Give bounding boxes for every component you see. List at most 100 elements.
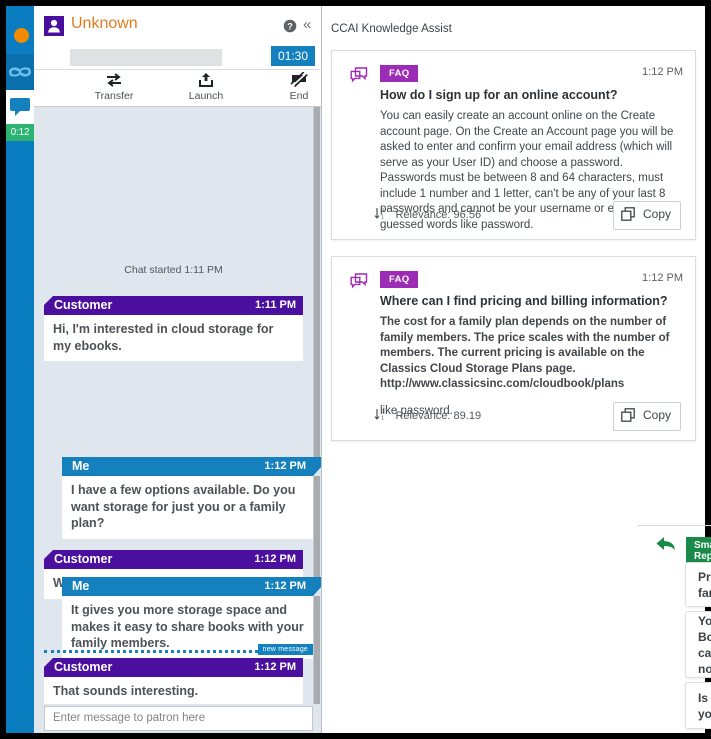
reply-arrow-icon-svg bbox=[656, 537, 675, 550]
launch-button[interactable]: Launch bbox=[161, 70, 251, 107]
transfer-label: Transfer bbox=[94, 90, 134, 102]
bubble-tail bbox=[44, 550, 53, 569]
message-header: Customer 1:11 PM bbox=[44, 296, 303, 315]
relevance-row: 9 1 Relevance: 89.19 bbox=[374, 406, 481, 426]
message-time: 1:12 PM bbox=[254, 553, 296, 565]
status-dot bbox=[14, 28, 29, 43]
svg-text:1: 1 bbox=[381, 416, 384, 421]
sort-descending-icon-svg: 9 1 bbox=[374, 208, 384, 221]
message-time: 1:12 PM bbox=[264, 460, 306, 472]
chat-bubble-icon[interactable] bbox=[6, 90, 34, 124]
faq-chat-icon-svg bbox=[350, 273, 368, 289]
chat-message-agent: Me 1:12 PM I have a few options availabl… bbox=[62, 457, 321, 539]
new-message-badge: new message bbox=[257, 644, 313, 655]
chevron-double-left-icon[interactable]: « bbox=[303, 17, 311, 32]
copy-button[interactable]: Copy bbox=[612, 201, 681, 230]
message-header: Customer 1:12 PM bbox=[44, 550, 303, 569]
sort-descending-icon: 9 1 bbox=[374, 408, 387, 426]
panel-title: CCAI Knowledge Assist bbox=[331, 23, 452, 35]
bubble-tail bbox=[313, 577, 321, 596]
screenshot-root: 0:12 Unknown ? « 01:30 Transfer Launch E… bbox=[0, 0, 711, 739]
faq-badge: FAQ bbox=[380, 271, 419, 288]
copy-button[interactable]: Copy bbox=[612, 402, 681, 431]
bubble-tail bbox=[313, 457, 321, 476]
smart-reply-suggestion[interactable]: Pricing depends on how many family membe… bbox=[685, 562, 711, 607]
faq-question: Where can I find pricing and billing inf… bbox=[380, 294, 668, 308]
svg-text:9: 9 bbox=[381, 409, 384, 415]
faq-badge: FAQ bbox=[380, 65, 419, 82]
rail-timer-badge: 0:12 bbox=[6, 124, 34, 141]
launch-upload-icon bbox=[161, 70, 251, 90]
faq-answer: The cost for a family plan depends on th… bbox=[380, 316, 670, 375]
message-sender: Customer bbox=[54, 298, 113, 312]
copy-icon-svg bbox=[620, 408, 635, 422]
smart-reply-divider bbox=[638, 525, 711, 526]
chat-scrollbar-track[interactable] bbox=[313, 107, 321, 704]
copy-label: Copy bbox=[642, 207, 671, 221]
smart-reply-suggestion[interactable]: You can sign up on the Cloud Book page o… bbox=[685, 611, 711, 678]
session-timer-badge: 01:30 bbox=[270, 46, 315, 66]
faq-card: FAQ 1:12 PM How do I sign up for an onli… bbox=[331, 50, 696, 240]
suggestion-text: You can sign up on the Cloud Book page o… bbox=[698, 613, 711, 676]
knowledge-assist-panel: CCAI Knowledge Assist FAQ 1:12 PM How do… bbox=[322, 6, 711, 733]
suggestion-text: Is there anything else I can do for you … bbox=[698, 690, 711, 721]
chat-toolbar: Transfer Launch End bbox=[34, 69, 321, 107]
message-text: I have a few options available. Do you w… bbox=[62, 476, 313, 539]
sort-descending-icon: 9 1 bbox=[374, 207, 387, 225]
chat-message-customer: Customer 1:11 PM Hi, I'm interested in c… bbox=[44, 296, 303, 361]
chat-started-label: Chat started 1:11 PM bbox=[124, 264, 223, 276]
person-icon bbox=[48, 19, 60, 33]
relevance-row: 9 1 Relevance: 96.56 bbox=[374, 205, 481, 225]
chat-bubble-icon-svg bbox=[10, 98, 30, 116]
help-circle-icon-svg: ? bbox=[283, 19, 297, 33]
left-rail: 0:12 bbox=[6, 6, 34, 733]
sort-descending-icon-svg: 9 1 bbox=[374, 409, 384, 422]
customer-name: Unknown bbox=[71, 15, 138, 32]
message-text: That sounds interesting. bbox=[44, 677, 303, 704]
message-input-placeholder: Enter message to patron here bbox=[53, 712, 206, 724]
launch-upload-icon-svg bbox=[199, 73, 213, 87]
smart-reply-suggestion[interactable]: Is there anything else I can do for you … bbox=[685, 682, 711, 729]
message-time: 1:12 PM bbox=[254, 661, 296, 673]
end-chat-icon-svg bbox=[290, 71, 308, 88]
message-time: 1:11 PM bbox=[255, 299, 296, 311]
copy-label: Copy bbox=[642, 408, 671, 422]
card-time: 1:12 PM bbox=[642, 272, 683, 284]
message-header: Customer 1:12 PM bbox=[44, 658, 303, 677]
transfer-arrows-icon bbox=[69, 70, 159, 90]
bubble-tail bbox=[44, 296, 53, 315]
message-header: Me 1:12 PM bbox=[62, 457, 321, 476]
faq-chat-icon bbox=[350, 67, 368, 83]
launch-label: Launch bbox=[188, 90, 224, 102]
avatar bbox=[44, 16, 64, 36]
faq-question: How do I sign up for an online account? bbox=[380, 88, 618, 102]
help-circle-icon[interactable]: ? bbox=[283, 19, 297, 33]
transfer-arrows-icon-svg bbox=[107, 73, 121, 87]
app-window: 0:12 Unknown ? « 01:30 Transfer Launch E… bbox=[6, 6, 711, 733]
card-time: 1:12 PM bbox=[642, 66, 683, 78]
svg-text:1: 1 bbox=[381, 215, 384, 220]
relevance-label: Relevance: 89.19 bbox=[395, 410, 482, 422]
chat-message-customer: Customer 1:12 PM That sounds interesting… bbox=[44, 658, 303, 704]
faq-card: FAQ 1:12 PM Where can I find pricing and… bbox=[331, 256, 696, 441]
message-sender: Me bbox=[72, 579, 90, 593]
chat-header: Unknown ? « bbox=[34, 6, 321, 46]
copy-icon bbox=[620, 408, 635, 425]
faq-chat-icon-svg bbox=[350, 67, 368, 83]
rail-filler bbox=[6, 141, 34, 733]
link-icon-svg bbox=[9, 67, 31, 77]
svg-text:?: ? bbox=[287, 21, 293, 31]
suggestion-text: Pricing depends on how many family membe… bbox=[698, 569, 711, 600]
link-icon[interactable] bbox=[6, 54, 34, 90]
message-sender: Me bbox=[72, 459, 90, 473]
faq-answer-url: http://www.classicsinc.com/cloudbook/pla… bbox=[380, 378, 625, 390]
message-input[interactable]: Enter message to patron here bbox=[44, 706, 313, 731]
chat-scrollbar-thumb[interactable] bbox=[314, 107, 320, 704]
chat-panel: Unknown ? « 01:30 Transfer Launch End Ch… bbox=[34, 6, 322, 733]
message-text: Hi, I'm interested in cloud storage for … bbox=[44, 315, 303, 361]
message-header: Me 1:12 PM bbox=[62, 577, 321, 596]
relevance-label: Relevance: 96.56 bbox=[395, 209, 482, 221]
transfer-button[interactable]: Transfer bbox=[69, 70, 159, 107]
orange-status-dot-icon[interactable] bbox=[6, 18, 34, 54]
chat-subheader: 01:30 bbox=[34, 46, 321, 69]
